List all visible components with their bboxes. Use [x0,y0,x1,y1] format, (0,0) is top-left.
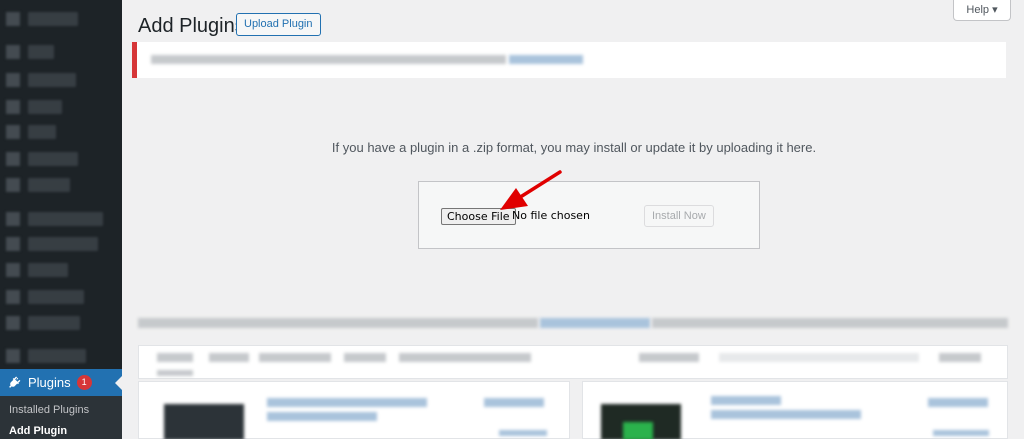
notice-link-blurred[interactable] [509,55,583,64]
tab-blurred[interactable] [209,353,249,362]
submenu-item-installed-plugins[interactable]: Installed Plugins [9,404,89,416]
filter-link-blurred[interactable] [540,318,650,328]
menu-icon [6,45,20,59]
page-title: Add Plugins [138,15,245,37]
filter-bar-blurred [138,318,538,328]
menu-item-blurred[interactable] [28,73,76,87]
menu-item-blurred[interactable] [28,316,80,330]
plugin-title-blurred[interactable] [267,412,377,421]
filter-bar-blurred [652,318,1008,328]
plugin-thumbnail-accent [623,422,653,439]
tab-blurred[interactable] [157,370,193,376]
sidebar-item-label: Plugins [28,375,71,390]
plugin-action-blurred[interactable] [484,398,544,407]
tab-blurred[interactable] [157,353,193,362]
plugin-title-blurred[interactable] [267,398,427,407]
help-button[interactable]: Help ▾ [953,0,1011,21]
file-status-text: No file chosen [512,209,590,222]
menu-icon [6,212,20,226]
admin-sidebar: Plugins 1 Installed Plugins Add Plugin [0,0,122,439]
plugin-filter-tabs-blurred [138,345,1008,379]
plugin-card [582,381,1008,439]
menu-icon [6,349,20,363]
search-input-blurred[interactable] [719,353,919,362]
upload-form: Choose File No file chosen Install Now [418,181,760,249]
menu-item-blurred[interactable] [28,100,62,114]
update-count-badge: 1 [76,375,92,390]
upload-plugin-button[interactable]: Upload Plugin [236,13,321,36]
menu-item-blurred[interactable] [28,349,86,363]
submenu-item-add-plugin[interactable]: Add Plugin [9,425,67,437]
upload-instructions: If you have a plugin in a .zip format, y… [331,140,817,155]
plugin-title-blurred[interactable] [711,410,861,419]
choose-file-button[interactable]: Choose File [441,208,516,225]
menu-item-blurred[interactable] [28,290,84,304]
menu-icon [6,12,20,26]
plugin-title-blurred[interactable] [711,396,781,405]
plugin-link-blurred[interactable] [933,430,989,436]
plugin-thumbnail[interactable] [164,404,244,439]
menu-item-blurred[interactable] [28,237,98,251]
menu-icon [6,125,20,139]
label-blurred [939,353,981,362]
menu-icon [6,263,20,277]
notice-text-blurred [151,55,506,64]
tab-blurred[interactable] [399,353,531,362]
menu-item-blurred[interactable] [28,178,70,192]
menu-item-blurred[interactable] [28,125,56,139]
menu-item-blurred[interactable] [28,45,54,59]
menu-icon [6,178,20,192]
plugin-action-blurred[interactable] [928,398,988,407]
menu-item-blurred[interactable] [28,263,68,277]
menu-icon [6,237,20,251]
plug-icon [9,376,21,388]
menu-icon [6,100,20,114]
plugin-card [138,381,570,439]
tab-blurred[interactable] [259,353,331,362]
menu-item-blurred[interactable] [28,212,103,226]
sidebar-item-plugins[interactable]: Plugins 1 [0,369,122,396]
label-blurred [639,353,699,362]
tab-blurred[interactable] [344,353,386,362]
menu-icon [6,290,20,304]
menu-item-blurred[interactable] [28,12,78,26]
plugin-link-blurred[interactable] [499,430,547,436]
plugins-submenu: Installed Plugins Add Plugin [0,396,122,439]
admin-notice [132,42,1006,78]
menu-icon [6,316,20,330]
menu-icon [6,73,20,87]
install-now-button[interactable]: Install Now [644,205,714,227]
